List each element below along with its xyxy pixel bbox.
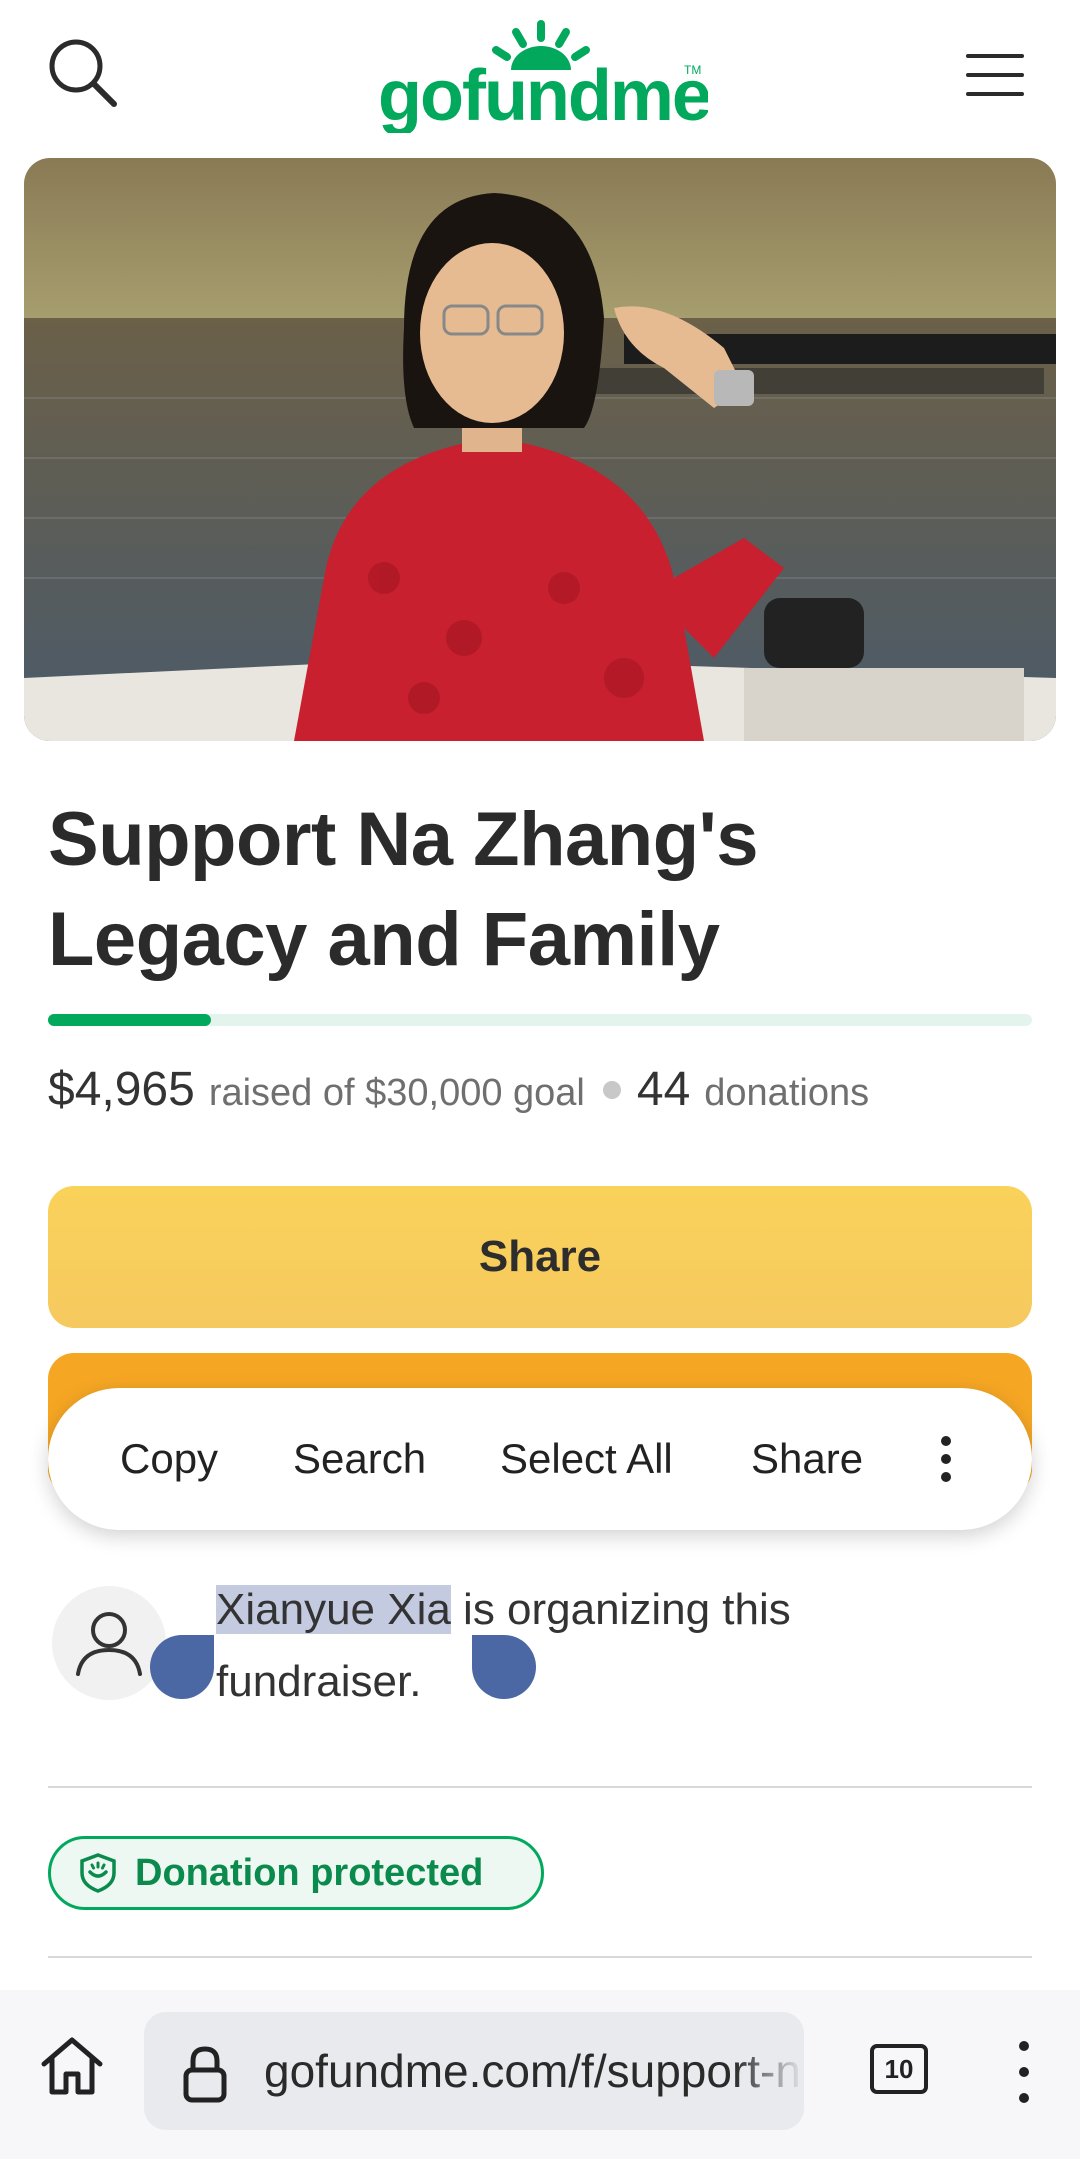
share-button-label: Share bbox=[478, 1232, 602, 1281]
donation-count-label: donations bbox=[704, 1072, 870, 1114]
selection-handle-start[interactable] bbox=[150, 1635, 214, 1699]
menu-share[interactable]: Share bbox=[751, 1388, 863, 1530]
logo-wordmark: gofundme bbox=[378, 56, 708, 133]
address-bar[interactable]: gofundme.com/f/support-na-zhangs-legacy bbox=[144, 2012, 804, 2130]
home-icon[interactable] bbox=[36, 2030, 108, 2102]
more-options-icon[interactable] bbox=[920, 1433, 972, 1485]
organizer-text-rest: is organizing this bbox=[450, 1585, 791, 1634]
lock-icon[interactable] bbox=[180, 2044, 230, 2104]
menu-copy[interactable]: Copy bbox=[120, 1388, 218, 1530]
funding-progress-fill bbox=[48, 1014, 211, 1026]
section-divider bbox=[48, 1956, 1032, 1958]
funding-stats: $4,965 raised of $30,000 goal 44 donatio… bbox=[48, 1062, 1048, 1122]
svg-text:TM: TM bbox=[684, 63, 701, 77]
campaign-hero-image bbox=[24, 158, 1056, 741]
gofundme-logo[interactable]: gofundme TM bbox=[378, 18, 712, 136]
search-icon[interactable] bbox=[44, 34, 124, 114]
amount-raised: $4,965 bbox=[48, 1063, 195, 1116]
selection-handle-end[interactable] bbox=[472, 1635, 536, 1699]
site-header: gofundme TM bbox=[0, 0, 1080, 155]
goal-text: raised of $30,000 goal bbox=[208, 1072, 585, 1114]
organizer-text-line2: fundraiser. bbox=[216, 1657, 422, 1706]
shield-icon bbox=[80, 1853, 116, 1893]
text-selection-menu: Copy Search Select All Share bbox=[48, 1388, 1032, 1530]
menu-select-all[interactable]: Select All bbox=[500, 1388, 673, 1530]
url-text: gofundme.com/f/support-na-zhangs-legacy bbox=[264, 2045, 804, 2097]
campaign-title: Support Na Zhang's Legacy and Family bbox=[48, 790, 1038, 990]
donation-count: 44 bbox=[636, 1063, 691, 1116]
title-line-1: Support Na Zhang's bbox=[48, 797, 758, 882]
organizer-name-selected[interactable]: Xianyue Xia bbox=[216, 1585, 451, 1634]
title-line-2: Legacy and Family bbox=[48, 897, 720, 982]
badge-label: Donation protected bbox=[135, 1851, 484, 1894]
menu-search[interactable]: Search bbox=[293, 1388, 426, 1530]
separator-dot bbox=[602, 1081, 621, 1099]
donation-protected-badge[interactable]: Donation protected bbox=[48, 1836, 544, 1910]
organizer-avatar[interactable] bbox=[52, 1586, 166, 1700]
section-divider bbox=[48, 1786, 1032, 1788]
organizer-row: Xianyue Xia is organizing this fundraise… bbox=[48, 1574, 1032, 1714]
share-button[interactable]: Share bbox=[48, 1186, 1032, 1328]
browser-toolbar: gofundme.com/f/support-na-zhangs-legacy … bbox=[0, 1990, 1080, 2159]
browser-menu-icon[interactable] bbox=[1004, 2034, 1044, 2110]
tab-switcher-button[interactable]: 10 bbox=[870, 2044, 928, 2094]
funding-progress-bar bbox=[48, 1014, 1032, 1026]
tab-count: 10 bbox=[884, 2054, 914, 2084]
organizer-text: Xianyue Xia is organizing this fundraise… bbox=[216, 1574, 1016, 1718]
hamburger-menu-icon[interactable] bbox=[960, 40, 1030, 110]
